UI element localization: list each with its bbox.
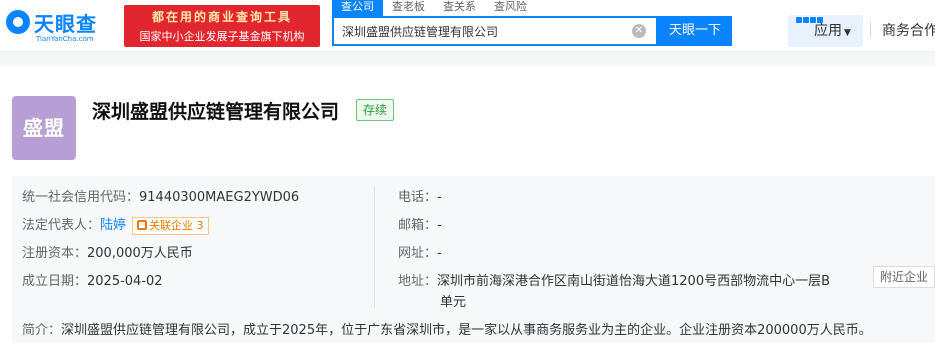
email-value: - xyxy=(437,218,442,233)
tab-boss[interactable]: 查老板 xyxy=(383,0,434,16)
summary-label: 简介： xyxy=(22,323,62,338)
company-summary: 简介：深圳盛盟供应链管理有限公司，成立于2025年，位于广东省深圳市，是一家以从… xyxy=(22,319,872,338)
apps-grid-icon xyxy=(796,17,823,31)
credit-code-row: 统一社会信用代码：91440300MAEG2YWD06 xyxy=(22,186,299,205)
phone-value: - xyxy=(437,190,442,205)
founded-row: 成立日期：2025-04-02 xyxy=(22,270,163,289)
address-line-1: 深圳市前海深港合作区南山街道怡海大道1200号西部物流中心一层B xyxy=(437,274,831,289)
top-header: 天眼查 TianYanCha.com 都在用的商业查询工具 国家中小企业发展子基… xyxy=(0,0,935,52)
legal-rep-link[interactable]: 陆婷 xyxy=(100,218,126,233)
promo-banner[interactable]: 都在用的商业查询工具 国家中小企业发展子基金旗下机构 xyxy=(124,5,320,47)
legal-rep-label: 法定代表人： xyxy=(22,218,101,233)
capital-row: 注册资本：200,000万人民币 xyxy=(22,242,193,261)
phone-label: 电话： xyxy=(398,190,438,205)
search-input[interactable] xyxy=(334,18,630,44)
related-count: 3 xyxy=(196,219,204,232)
status-badge: 存续 xyxy=(356,99,395,121)
caret-down-icon: ▼ xyxy=(844,28,851,38)
email-row: 邮箱：- xyxy=(398,214,442,233)
address-row: 地址：深圳市前海深港合作区南山街道怡海大道1200号西部物流中心一层B xyxy=(398,270,830,289)
summary-text: 深圳盛盟供应链管理有限公司，成立于2025年，位于广东省深圳市，是一家以从事商务… xyxy=(61,323,872,338)
tab-relation[interactable]: 查关系 xyxy=(434,0,485,16)
search-box: ✕ xyxy=(332,16,658,46)
promo-line-1: 都在用的商业查询工具 xyxy=(151,10,292,24)
company-name: 深圳盛盟供应链管理有限公司 xyxy=(92,101,340,123)
business-cooperation-link[interactable]: 商务合作 xyxy=(882,15,935,47)
apps-menu-button[interactable]: 应用 ▼ xyxy=(788,15,863,47)
tab-risk[interactable]: 查风险 xyxy=(485,0,536,16)
website-row: 网址：- xyxy=(398,242,442,261)
credit-code-label: 统一社会信用代码： xyxy=(22,190,140,205)
info-column-divider xyxy=(374,186,375,308)
address-row-continued: 单元 xyxy=(440,291,466,310)
founded-label: 成立日期： xyxy=(22,274,88,289)
website-value: - xyxy=(437,246,442,261)
credit-code-value: 91440300MAEG2YWD06 xyxy=(139,190,300,205)
company-logo: 盛盟 xyxy=(12,96,76,160)
legal-rep-row: 法定代表人：陆婷 关联企业 3 xyxy=(22,214,209,235)
clear-icon[interactable]: ✕ xyxy=(632,24,646,38)
capital-value: 200,000万人民币 xyxy=(87,246,193,261)
site-logo[interactable]: 天眼查 TianYanCha.com xyxy=(6,6,116,46)
search-button[interactable]: 天眼一下 xyxy=(658,16,732,46)
related-companies-badge[interactable]: 关联企业 3 xyxy=(132,217,209,235)
logo-subtext: TianYanCha.com xyxy=(36,35,94,43)
related-companies-icon xyxy=(137,220,148,230)
search-tabs: 查公司 查老板 查关系 查风险 xyxy=(332,0,536,16)
founded-value: 2025-04-02 xyxy=(87,274,163,289)
email-label: 邮箱： xyxy=(398,218,438,233)
related-label: 关联企业 xyxy=(149,219,194,232)
eye-logo-icon xyxy=(6,10,30,34)
capital-label: 注册资本： xyxy=(22,246,88,261)
tab-company[interactable]: 查公司 xyxy=(332,0,383,16)
address-label: 地址： xyxy=(398,274,438,289)
phone-row: 电话：- xyxy=(398,186,442,205)
website-label: 网址： xyxy=(398,246,438,261)
promo-line-2: 国家中小企业发展子基金旗下机构 xyxy=(139,30,305,43)
header-divider xyxy=(870,22,871,38)
address-line-2: 单元 xyxy=(440,295,467,310)
page-background-band xyxy=(0,52,935,66)
apps-label: 应用 xyxy=(814,23,842,39)
nearby-companies-button[interactable]: 附近企业 xyxy=(873,266,935,288)
logo-text: 天眼查 xyxy=(34,12,97,36)
